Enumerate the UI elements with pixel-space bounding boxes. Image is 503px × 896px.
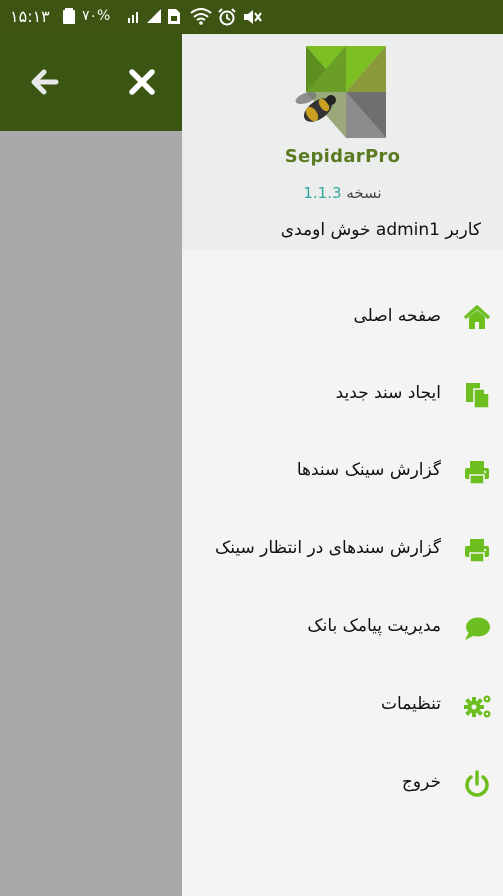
navigation-drawer: SepidarPro نسخه 1.1.3 کاربر admin1 خوش ا…: [182, 34, 503, 896]
dimmed-content-overlay[interactable]: [0, 131, 182, 896]
printer-icon: [463, 536, 491, 564]
menu-item-pending-sync-report[interactable]: گزارش سندهای در انتظار سینک: [182, 514, 503, 584]
menu-item-label: صفحه اصلی: [353, 306, 441, 326]
version-line: نسخه 1.1.3: [182, 184, 503, 202]
close-icon[interactable]: [124, 64, 160, 100]
menu-item-label: مدیریت پیامک بانک: [307, 616, 441, 636]
menu-item-sync-report[interactable]: گزارش سینک سندها: [182, 436, 503, 506]
status-bar: ۱۵:۱۳ ۷۰%: [0, 0, 503, 34]
welcome-text: کاربر admin1 خوش اومدی: [280, 220, 481, 240]
menu-item-new-document[interactable]: ایجاد سند جدید: [182, 359, 503, 429]
battery-icon: [62, 7, 76, 29]
alarm-icon: [218, 8, 236, 30]
version-label: نسخه: [346, 184, 382, 202]
battery-percent: ۷۰%: [82, 8, 111, 24]
menu-item-label: گزارش سینک سندها: [296, 460, 441, 480]
status-time: ۱۵:۱۳: [10, 7, 50, 26]
menu-item-settings[interactable]: تنظیمات: [182, 670, 503, 740]
sim-icon: [167, 8, 181, 29]
chat-icon: [463, 614, 491, 642]
home-icon: [463, 304, 491, 332]
drawer-header: SepidarPro نسخه 1.1.3 کاربر admin1 خوش ا…: [182, 34, 503, 250]
menu-item-label: گزارش سندهای در انتظار سینک: [215, 538, 441, 558]
menu-item-logout[interactable]: خروج: [182, 748, 503, 818]
new-document-icon: [463, 381, 491, 409]
gears-icon: [463, 692, 491, 720]
printer-icon: [463, 458, 491, 486]
signal-icon: [127, 8, 143, 28]
power-icon: [463, 770, 491, 798]
menu-item-label: خروج: [401, 772, 441, 792]
menu-item-label: تنظیمات: [381, 694, 441, 714]
mute-icon: [242, 8, 262, 30]
signal-triangle-icon: [146, 8, 162, 28]
app-bar: [0, 34, 182, 131]
wifi-icon: [190, 8, 212, 29]
menu-item-bank-sms[interactable]: مدیریت پیامک بانک: [182, 592, 503, 662]
version-number: 1.1.3: [303, 184, 342, 202]
menu-item-label: ایجاد سند جدید: [335, 383, 441, 403]
sepidar-logo-icon: [284, 42, 394, 146]
menu-item-home[interactable]: صفحه اصلی: [182, 282, 503, 352]
arrow-left-icon[interactable]: [26, 64, 62, 100]
brand-name: SepidarPro: [284, 146, 401, 167]
